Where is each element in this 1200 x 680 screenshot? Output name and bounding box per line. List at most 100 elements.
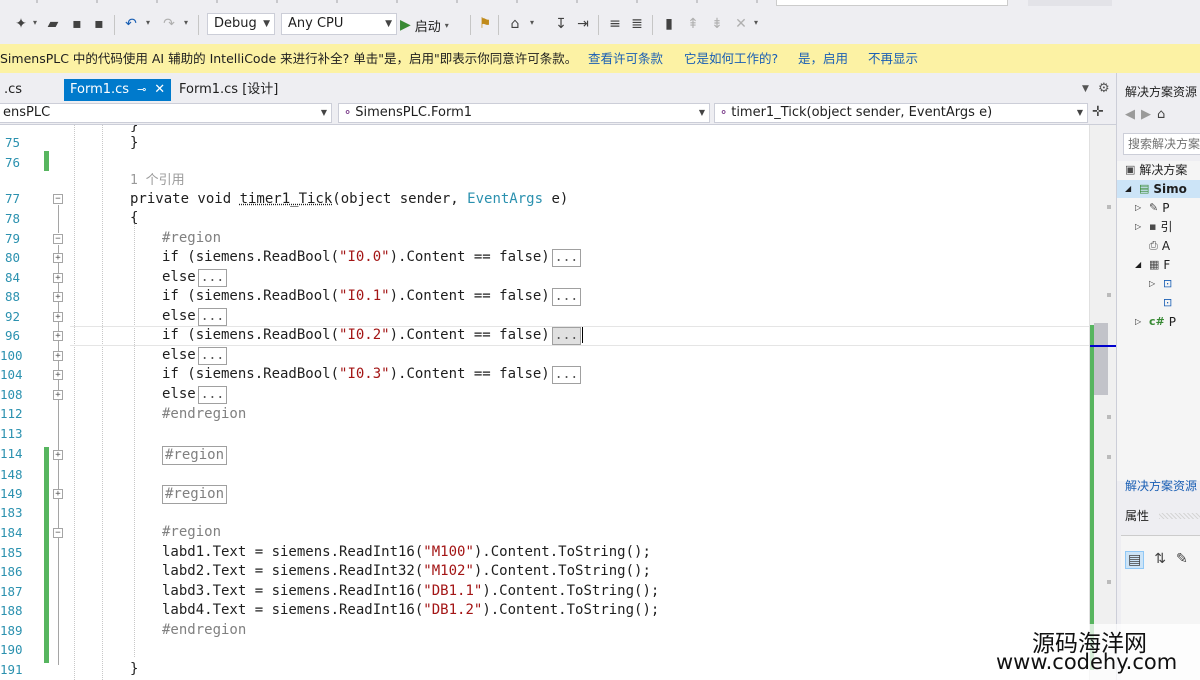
tree-item-program[interactable]: ▷ c# P [1135, 313, 1176, 331]
scrollbar-thumb[interactable] [1094, 323, 1108, 395]
clear-bookmarks-icon[interactable]: ✕ [732, 15, 750, 33]
code-editor[interactable]: 75 76 77 78 79 80 84 88 92 96 100 104 10… [0, 125, 1089, 680]
code-string: "DB1.2" [423, 602, 483, 618]
start-debug-button[interactable]: ▶ 启动 ▾ [400, 14, 449, 36]
collapsed-block[interactable]: ... [551, 366, 582, 384]
attach-process-icon[interactable]: ⚑ [476, 15, 494, 33]
gear-icon[interactable]: ⚙ [1098, 81, 1110, 96]
solution-platform-select[interactable]: Any CPU ▼ [281, 13, 397, 35]
property-pages-icon[interactable]: ✎ [1176, 551, 1188, 569]
line-number: 96 [4, 328, 20, 343]
expand-toggle[interactable]: + [53, 253, 63, 263]
chevron-down-icon: ▾ [444, 20, 449, 30]
tree-item-solution[interactable]: ▣ 解决方案 [1125, 161, 1187, 179]
expand-toggle[interactable]: + [53, 370, 63, 380]
view-license-link[interactable]: 查看许可条款 [588, 44, 663, 73]
bookmark-icon[interactable]: ▮ [660, 15, 678, 33]
open-folder-icon[interactable]: ▰ [44, 15, 62, 33]
step-into-icon[interactable]: ↧ [552, 15, 570, 33]
tree-item-form1-resx[interactable]: ⊡ [1163, 294, 1176, 312]
expand-toggle[interactable]: + [53, 292, 63, 302]
line-number: 92 [4, 309, 20, 324]
previous-bookmark-icon[interactable]: ⇞ [684, 15, 702, 33]
tree-item-references[interactable]: ▷ ▪ 引 [1135, 218, 1172, 236]
browser-link-icon[interactable]: ⌂ [506, 15, 524, 33]
redo-icon[interactable]: ↷ [160, 15, 178, 33]
class-dropdown[interactable]: ⚬ SimensPLC.Form1 ▼ [338, 103, 710, 123]
chevron-down-icon[interactable]: ▾ [754, 18, 758, 27]
solution-search-input[interactable]: 搜索解决方案 [1123, 133, 1200, 155]
member-dropdown[interactable]: ⚬ timer1_Tick(object sender, EventArgs e)… [714, 103, 1088, 123]
tree-item-properties[interactable]: ▷ ✎ P [1135, 199, 1169, 217]
collapsed-block[interactable]: ... [197, 347, 228, 365]
codelens-references[interactable]: 1 个引用 [130, 171, 185, 191]
comment-icon[interactable]: ≡ [606, 15, 624, 33]
chevron-down-icon[interactable]: ▾ [184, 18, 188, 27]
collapsed-block[interactable]: ... [197, 386, 228, 404]
tree-item-appconfig[interactable]: ⎙ A [1149, 237, 1170, 255]
start-label: 启动 [414, 19, 441, 35]
collapsed-region[interactable]: #region [162, 485, 228, 504]
expand-toggle[interactable]: + [53, 390, 63, 400]
line-number: 79 [4, 231, 20, 246]
next-bookmark-icon[interactable]: ⇟ [708, 15, 726, 33]
collapsed-region[interactable]: #region [162, 446, 228, 465]
close-icon[interactable]: ✕ [154, 79, 165, 101]
alphabetical-icon[interactable]: ⇅ [1154, 551, 1166, 569]
code-line: #endregion [162, 621, 246, 641]
tree-item-form1[interactable]: ◢ ▦ F [1135, 256, 1170, 274]
back-icon[interactable]: ◀ [1125, 107, 1135, 122]
expand-toggle[interactable]: + [53, 489, 63, 499]
watermark: 源码海洋网 www.codehy.com [992, 624, 1200, 680]
home-icon[interactable]: ⌂ [1157, 107, 1165, 122]
chevron-down-icon[interactable]: ▾ [33, 18, 37, 27]
tree-item-form1-designer[interactable]: ▷ ⊡ [1149, 275, 1176, 293]
save-icon[interactable]: ▪ [68, 15, 86, 33]
collapse-toggle[interactable]: − [53, 528, 63, 538]
pin-icon[interactable]: ⊸ [137, 79, 146, 101]
collapse-toggle[interactable]: − [53, 234, 63, 244]
forward-icon[interactable]: ▶ [1141, 107, 1151, 122]
editor-scrollbar[interactable] [1089, 125, 1117, 680]
collapsed-block[interactable]: ... [197, 269, 228, 287]
new-project-icon[interactable]: ✦ [12, 15, 30, 33]
line-number: 84 [4, 270, 20, 285]
code-line: #region [162, 229, 221, 249]
categorized-icon[interactable]: ▤ [1125, 551, 1145, 569]
tab-form1-cs[interactable]: Form1.cs ⊸ ✕ [64, 79, 172, 101]
toolbar-separator [470, 15, 471, 35]
chevron-down-icon[interactable]: ▾ [146, 18, 150, 27]
expand-toggle[interactable]: + [53, 273, 63, 283]
expand-toggle[interactable]: + [53, 450, 63, 460]
scroll-marker [1107, 580, 1111, 584]
step-over-icon[interactable]: ⇥ [574, 15, 592, 33]
panel-grip[interactable] [1159, 513, 1200, 519]
project-dropdown[interactable]: ensPLC ▼ [0, 103, 332, 123]
tree-label: Simo [1153, 182, 1187, 196]
solution-tree: ▣ 解决方案 ◢ ▤ Simo ▷ ✎ P ▷ ▪ 引 ⎙ A ◢ ▦ F ▷ ⊡ ⊡ ▷ c# P [1117, 161, 1200, 481]
expand-toggle[interactable]: + [53, 312, 63, 322]
collapsed-block[interactable]: ... [551, 249, 582, 267]
tab-overflow-icon[interactable]: ▼ [1082, 84, 1089, 94]
split-window-icon[interactable]: ✛ [1092, 104, 1104, 120]
expand-toggle[interactable]: + [53, 351, 63, 361]
undo-icon[interactable]: ↶ [122, 15, 140, 33]
tab-label: Form1.cs [设计] [179, 82, 279, 97]
indent-guide [134, 217, 135, 657]
collapsed-block[interactable]: ... [551, 288, 582, 306]
solution-configuration-select[interactable]: Debug ▼ [207, 13, 275, 35]
tab-previous-cs[interactable]: .cs [0, 79, 28, 101]
solution-explorer-tab[interactable]: 解决方案资源 [1125, 477, 1197, 494]
how-it-works-link[interactable]: 它是如何工作的? [684, 44, 778, 73]
enable-link[interactable]: 是，启用 [798, 44, 848, 73]
uncomment-icon[interactable]: ≣ [628, 15, 646, 33]
collapse-toggle[interactable]: − [53, 194, 63, 204]
chevron-down-icon[interactable]: ▾ [530, 18, 534, 27]
collapsed-block[interactable]: ... [551, 327, 582, 345]
dont-show-again-link[interactable]: 不再显示 [868, 44, 918, 73]
expand-toggle[interactable]: + [53, 331, 63, 341]
save-all-icon[interactable]: ▪ [90, 15, 108, 33]
tab-form1-designer[interactable]: Form1.cs [设计] [173, 79, 284, 101]
collapsed-block[interactable]: ... [197, 308, 228, 326]
tree-item-project[interactable]: ◢ ▤ Simo [1117, 180, 1200, 198]
